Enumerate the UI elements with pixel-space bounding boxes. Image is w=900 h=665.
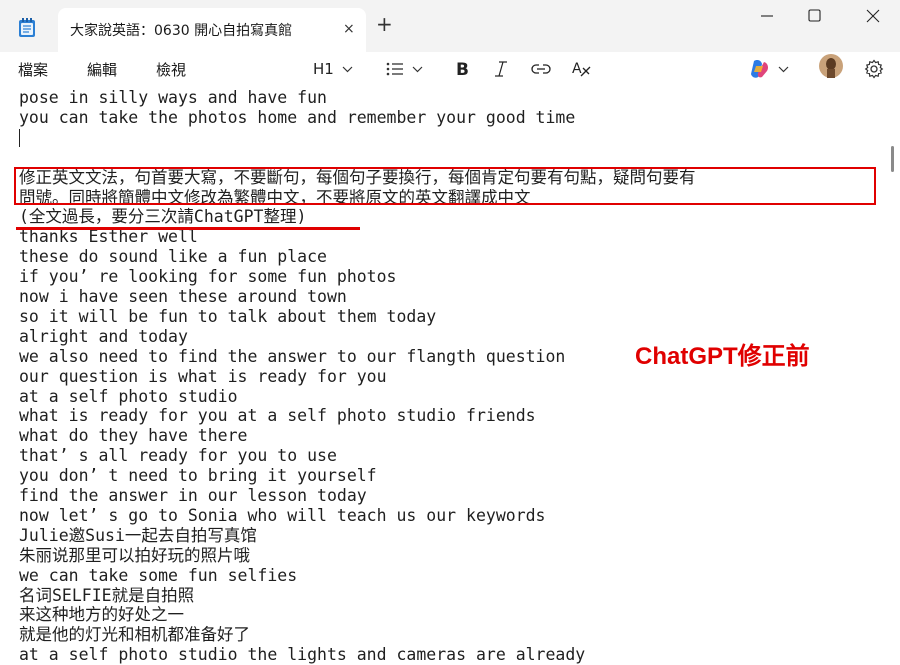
copilot-icon [751,60,768,78]
new-tab-button[interactable]: + [376,14,393,34]
text-line: 来这种地方的好处之一 [19,605,184,625]
text-line: so it will be fun to talk about them tod… [19,306,437,326]
instruction-highlight-box [14,167,876,205]
text-line: Julie邀Susi一起去自拍写真馆 [19,525,257,545]
text-line: now i have seen these around town [19,287,347,306]
tab-document[interactable]: 大家說英語：0630 開心自拍寫真館 × [58,8,366,52]
avatar[interactable] [818,54,844,78]
title-bar: 大家說英語：0630 開心自拍寫真館 × + [0,0,900,53]
text-line: 名词SELFIE就是自拍照 [19,585,195,605]
heading-label: H1 [313,60,334,78]
bold-icon: B [456,61,469,77]
chevron-down-icon [412,66,423,72]
link-button[interactable] [531,58,551,80]
text-line: you don’ t need to bring it yourself [19,466,377,486]
tab-title: 大家說英語：0630 開心自拍寫真館 [70,23,293,39]
tab-close-icon[interactable]: × [343,21,355,37]
text-line: what do they have there [19,426,248,446]
text-caret [19,129,20,147]
note-underline-mark [16,227,360,230]
italic-button[interactable] [494,58,508,80]
maximize-button[interactable] [800,4,828,28]
text-line: these do sound like a fun place [19,247,327,267]
text-line: you can take the photos home and remembe… [19,107,576,127]
minimize-button[interactable] [753,4,781,28]
text-editor[interactable]: pose in silly ways and have fun you can t… [0,88,900,664]
settings-button[interactable] [864,58,884,80]
callout-label: ChatGPT修正前 [635,343,810,370]
text-line: 朱丽说那里可以拍好玩的照片哦 [19,545,250,565]
text-line: (全文過長，要分三次請ChatGPT整理) [19,207,307,227]
menu-edit[interactable]: 編輯 [87,59,117,80]
chevron-down-icon [778,66,789,72]
text-line: now let’ s go to Sonia who will teach us… [19,505,546,525]
chevron-down-icon [342,66,353,72]
link-icon [531,64,551,74]
italic-icon [495,61,507,77]
menu-view[interactable]: 檢視 [156,59,186,80]
close-window-button[interactable] [859,4,887,28]
scrollbar-thumb[interactable] [891,146,894,172]
list-dropdown[interactable] [386,58,423,80]
avatar-icon [819,54,843,78]
text-line: thanks Esther well [19,227,198,247]
text-line: our question is what is ready for you [19,366,387,386]
text-line: alright and today [19,326,188,346]
copilot-dropdown[interactable] [748,58,789,80]
chatgpt-before-callout: ChatGPT修正前 [631,326,849,374]
text-line: at a self photo studio the lights and ca… [19,645,586,665]
notepad-app-icon [18,18,36,38]
text-line: find the answer in our lesson today [19,486,367,505]
svg-text:B: B [456,61,469,77]
svg-text:A: A [572,61,582,77]
text-line: that’ s all ready for you to use [19,446,337,466]
maximize-icon [808,9,821,22]
bold-button[interactable]: B [455,58,469,80]
heading-dropdown[interactable]: H1 [313,58,353,80]
text-line: if you’ re looking for some fun photos [19,267,397,287]
text-line: 就是他的灯光和相机都准备好了 [19,625,250,645]
minimize-icon [761,15,773,17]
text-line: we also need to find the answer to our f… [19,346,566,366]
gear-icon [864,59,884,79]
bullet-list-icon [386,62,403,76]
menu-file[interactable]: 檔案 [18,59,48,80]
clear-format-button[interactable]: A [572,58,592,80]
text-line: at a self photo studio [19,386,238,406]
text-line: what is ready for you at a self photo st… [19,406,536,426]
close-icon [866,9,880,23]
text-line: we can take some fun selfies [19,565,298,585]
clear-format-icon: A [572,61,591,77]
text-line: pose in silly ways and have fun [19,88,327,107]
toolbar: 檔案 編輯 檢視 H1 B A [0,52,900,88]
